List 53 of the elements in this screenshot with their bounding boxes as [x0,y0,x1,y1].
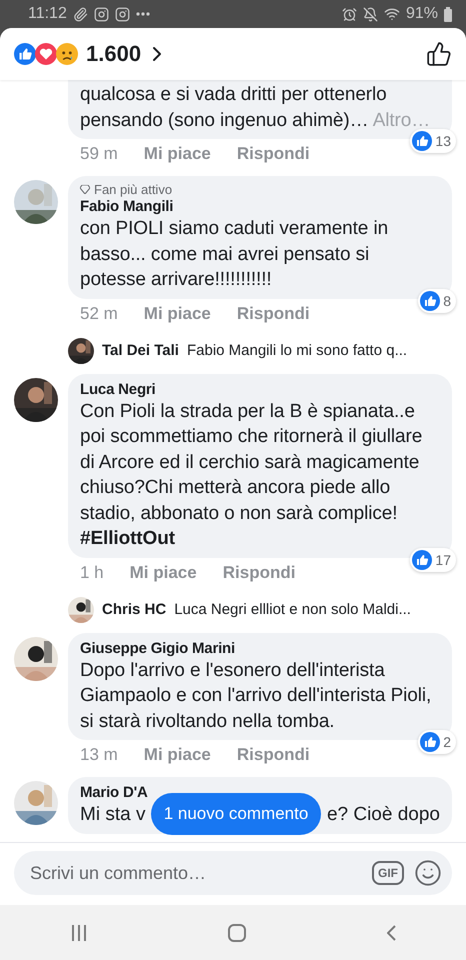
emoji-icon[interactable] [414,859,442,887]
more-icon [136,12,150,16]
like-icon [420,290,440,310]
comment-text: Mi sta v [80,803,146,827]
comment-author[interactable]: Luca Negri [80,380,440,398]
camera-icon [94,6,109,22]
like-icon [412,131,432,151]
like-button[interactable]: Mi piace [144,304,211,324]
mute-icon [362,6,378,22]
reply-button[interactable]: Rispondi [236,304,310,324]
diamond-icon [80,185,90,194]
reaction-badge[interactable]: 13 [410,129,456,153]
comment-time: 52 m [80,304,118,324]
comment-time: 1 h [80,562,104,582]
like-button[interactable]: Mi piace [130,562,197,582]
reaction-badge[interactable]: 2 [418,730,456,754]
reply-author[interactable]: Chris HC [102,601,166,618]
new-comment-toast[interactable]: 1 nuovo commento [151,793,321,835]
camera-icon [114,6,130,22]
reaction-badge[interactable]: 17 [410,548,456,572]
like-icon [412,550,432,570]
battery-icon [444,6,452,22]
fan-label: Fan più attivo [94,182,172,197]
like-icon [420,732,440,752]
reaction-count[interactable]: 1.600 [86,41,142,67]
like-icon [14,43,36,65]
comment-text: e? Cioè dopo [326,803,440,827]
like-button[interactable]: Mi piace [144,144,211,164]
recent-apps-icon[interactable] [70,924,86,940]
thumbs-up-icon[interactable] [426,41,452,67]
reply-text[interactable]: Fabio Mangili lo mi sono fatto q... [186,342,408,359]
alarm-icon [342,6,357,22]
clip-icon [72,6,88,22]
reply-button[interactable]: Rispondi [236,745,310,765]
comment-input-field[interactable]: Scrivi un commento… GIF [14,851,452,895]
wifi-icon [384,6,400,22]
sad-face-icon [56,43,78,65]
reply-button[interactable]: Rispondi [222,562,296,582]
home-icon[interactable] [228,924,246,942]
back-icon[interactable] [386,924,396,940]
reply-author[interactable]: Tal Dei Tali [102,342,179,359]
like-button[interactable]: Mi piace [144,745,211,765]
battery-level: 91% [406,5,438,23]
comment-text: con PIOLI siamo caduti veramente in basso... come mai avrei pensato si potesse arrivare!!!!!!!!!!! [80,217,390,292]
comment-author[interactable]: Fabio Mangili [80,198,440,215]
reaction-badge[interactable]: 8 [418,288,456,312]
comment-author[interactable]: Giuseppe Gigio Marini [80,640,440,656]
gif-button[interactable]: GIF [372,861,404,885]
comment-time: 59 m [80,144,118,164]
reply-text[interactable]: Luca Negri ellliot e non solo Maldi... [174,601,411,618]
reply-button[interactable]: Rispondi [236,144,310,164]
comment-time: 13 m [80,745,118,765]
clock: 11:12 [28,5,67,23]
